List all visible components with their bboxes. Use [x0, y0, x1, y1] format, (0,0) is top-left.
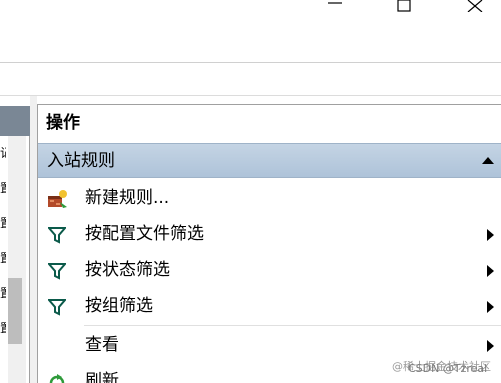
section-label: 入站规则 [47, 151, 115, 171]
watermark-csdn: CSDN @Tzreal [408, 362, 488, 375]
action-label: 查看 [85, 335, 119, 355]
left-pane-item[interactable]: 置 [0, 216, 6, 230]
action-label: 按配置文件筛选 [85, 224, 204, 244]
left-pane-header [0, 106, 30, 136]
collapse-arrow-icon[interactable] [482, 157, 494, 164]
action-label: 新建规则... [85, 188, 170, 208]
new-rule-icon [47, 189, 67, 209]
left-pane-item[interactable]: 置 [0, 286, 6, 300]
left-pane-item[interactable]: 置 [0, 251, 6, 265]
actions-pane: 操作 入站规则 新建规则... 按配置文件筛选 按状态筛选 按组筛选 查看 刷新 [37, 104, 501, 383]
submenu-arrow-icon [487, 229, 494, 241]
filter-icon [47, 261, 67, 281]
maximize-button[interactable] [381, 0, 427, 16]
actions-title: 操作 [38, 105, 501, 141]
submenu-arrow-icon [487, 340, 494, 352]
left-pane: 记 置 置 置 置 置 [0, 96, 30, 383]
action-label: 按组筛选 [85, 296, 153, 316]
refresh-icon [47, 372, 67, 383]
filter-icon [47, 297, 67, 317]
menu-strip [0, 63, 501, 95]
action-label: 刷新 [85, 371, 119, 383]
left-pane-item[interactable]: 记 [0, 146, 6, 160]
action-filter-by-state[interactable]: 按状态筛选 [38, 252, 501, 288]
close-icon [467, 0, 483, 12]
close-button[interactable] [452, 0, 498, 16]
toolbar-divider [0, 95, 501, 96]
left-pane-scroll-thumb[interactable] [8, 278, 22, 344]
submenu-arrow-icon [487, 301, 494, 313]
action-label: 按状态筛选 [85, 260, 170, 280]
title-bar [0, 0, 501, 62]
filter-icon [47, 225, 67, 245]
pane-splitter[interactable] [30, 96, 37, 383]
submenu-arrow-icon [487, 265, 494, 277]
left-pane-item[interactable]: 置 [0, 181, 6, 195]
minimize-icon [328, 2, 342, 4]
left-pane-item[interactable]: 置 [0, 321, 6, 335]
left-pane-scrollbar[interactable] [8, 136, 26, 383]
menu-separator [84, 325, 501, 326]
minimize-button[interactable] [312, 0, 358, 16]
action-new-rule[interactable]: 新建规则... [38, 180, 501, 216]
section-header-inbound-rules[interactable]: 入站规则 [38, 143, 501, 178]
action-filter-by-group[interactable]: 按组筛选 [38, 288, 501, 324]
action-filter-by-profile[interactable]: 按配置文件筛选 [38, 216, 501, 252]
maximize-icon [397, 0, 411, 12]
